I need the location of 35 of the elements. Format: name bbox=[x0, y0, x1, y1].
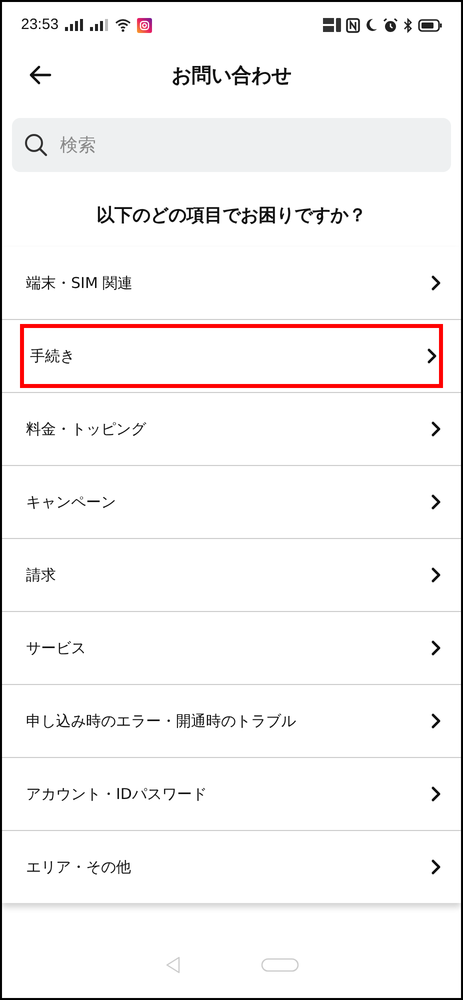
menu-item[interactable]: 料金・トッピング bbox=[12, 393, 451, 465]
chevron-right-icon bbox=[431, 421, 441, 437]
question-heading: 以下のどの項目でお困りですか？ bbox=[96, 204, 368, 228]
search-field[interactable]: 検索 bbox=[12, 118, 451, 172]
status-time: 23:53 bbox=[21, 14, 59, 35]
chevron-right-icon bbox=[431, 640, 441, 656]
search-icon bbox=[24, 133, 48, 157]
nfc-icon bbox=[346, 18, 360, 32]
menu-item[interactable]: エリア・その他 bbox=[12, 831, 451, 903]
chevron-right-icon bbox=[431, 859, 441, 875]
menu-item[interactable]: アカウント・IDパスワード bbox=[12, 758, 451, 830]
chevron-right-icon bbox=[431, 494, 441, 510]
menu-item[interactable]: サービス bbox=[12, 612, 451, 684]
signal-icon bbox=[90, 19, 109, 31]
menu-item[interactable]: 端末・SIM 関連 bbox=[12, 247, 451, 319]
nav-back-icon[interactable] bbox=[164, 956, 180, 974]
page-title: お問い合わせ bbox=[172, 62, 292, 89]
menu-item[interactable]: 請求 bbox=[12, 539, 451, 611]
back-arrow-icon bbox=[28, 65, 52, 85]
signal-icon bbox=[64, 19, 84, 31]
moon-icon bbox=[365, 18, 378, 32]
chevron-right-icon bbox=[427, 348, 437, 364]
menu-item[interactable]: 申し込み時のエラー・開通時のトラブル bbox=[12, 685, 451, 757]
wifi-icon bbox=[114, 18, 131, 32]
menu-item[interactable]: 手続き bbox=[16, 320, 447, 392]
chevron-right-icon bbox=[431, 786, 441, 802]
battery-icon bbox=[418, 18, 442, 32]
app-notification-icon bbox=[136, 18, 152, 32]
alarm-icon bbox=[383, 18, 398, 32]
chevron-right-icon bbox=[431, 713, 441, 729]
nav-home-icon[interactable] bbox=[260, 958, 298, 972]
chevron-right-icon bbox=[431, 275, 441, 291]
menu-item[interactable]: キャンペーン bbox=[12, 466, 451, 538]
bluetooth-icon bbox=[403, 18, 413, 32]
chevron-right-icon bbox=[431, 567, 441, 583]
